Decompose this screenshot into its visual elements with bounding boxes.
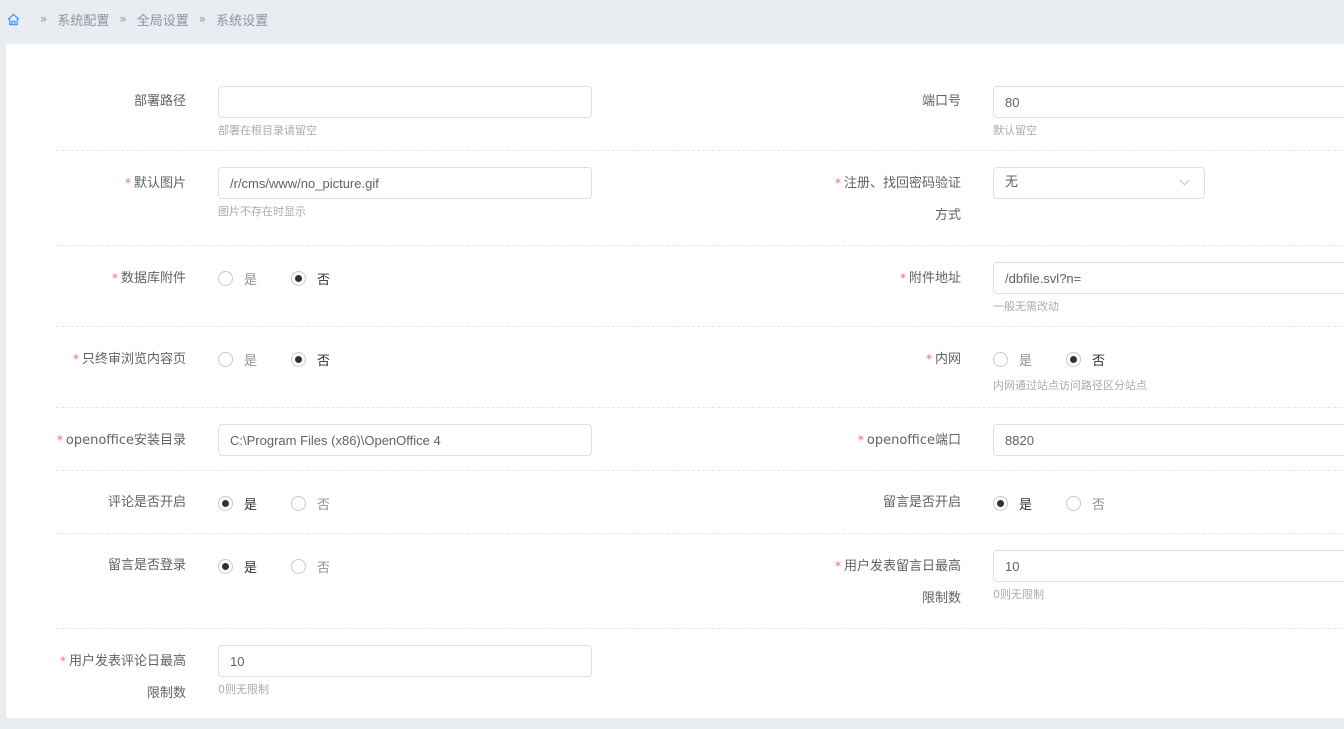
chevron-down-icon [1179,175,1190,186]
required-mark: * [834,176,841,190]
field-hint: 图片不存在时显示 [218,205,306,218]
field-label: 端口号 [921,94,961,109]
field-hint: 0则无限制 [993,588,1044,601]
form-row: 评论是否开启 是 否 留言是否开启 是 否 [56,471,1344,534]
radio-no[interactable]: 否 [1066,350,1105,369]
breadcrumb: » 系统配置 » 全局设置 » 系统设置 [0,0,1344,38]
home-icon[interactable] [7,13,20,26]
field-label: 注册、找回密码验证方式 [843,176,961,223]
breadcrumb-separator-icon: » [40,12,48,26]
radio-icon [291,495,307,511]
field-hint: 默认留空 [993,124,1037,137]
select-value: 无 [1005,175,1019,190]
openoffice-dir-input[interactable] [218,424,592,456]
form-row: 部署路径 部署在根目录请留空 端口号 默认留空 [56,70,1344,151]
breadcrumb-item[interactable]: 系统配置 [57,10,109,29]
field-label: 留言是否登录 [107,558,186,573]
comment-limit-input[interactable] [218,645,592,677]
breadcrumb-item[interactable]: 全局设置 [137,10,189,29]
required-mark: * [857,433,864,447]
radio-icon [1066,495,1082,511]
form-row: *openoffice安装目录 *openoffice端口 [56,408,1344,471]
default-picture-input[interactable] [218,167,592,199]
field-hint: 一般无需改动 [993,300,1059,313]
radio-yes[interactable]: 是 [218,494,257,513]
breadcrumb-separator-icon: » [198,12,207,26]
field-label: openoffice安装目录 [65,433,186,448]
radio-yes[interactable]: 是 [993,350,1032,369]
radio-no[interactable]: 否 [291,269,330,288]
field-label: 部署路径 [133,94,186,109]
required-mark: * [72,352,79,366]
form-row: 留言是否登录 是 否 *用户发表留言日最高限制数 0则无限制 [56,534,1344,629]
required-mark: * [56,433,63,447]
radio-icon [218,351,233,367]
verify-mode-select[interactable]: 无 [993,167,1205,199]
settings-form: 部署路径 部署在根目录请留空 端口号 默认留空 *默认图片 图片不存在时显示 *… [6,44,1344,718]
field-hint: 内网通过站点访问路径区分站点 [993,379,1147,392]
deploy-path-input[interactable] [218,86,592,118]
radio-no[interactable]: 否 [291,494,330,513]
radio-checked-icon [1066,351,1082,367]
radio-checked-icon [291,351,307,367]
form-row: * 只终审浏览内容页 是否 * 内网 是否内网通过站点访问路径区分站点 [56,327,1344,408]
radio-yes[interactable]: 是 [218,350,257,369]
radio-checked-icon [291,270,307,286]
radio-yes[interactable]: 是 [993,494,1032,513]
radio-yes[interactable]: 是 [218,269,257,288]
field-label: 内网 [934,352,961,367]
radio-icon [218,270,233,286]
field-label: 留言是否开启 [882,495,961,510]
field-label: openoffice端口 [866,433,961,448]
radio-checked-icon [218,558,233,574]
field-hint: 部署在根目录请留空 [218,124,317,137]
field-label: 默认图片 [133,176,186,191]
radio-yes[interactable]: 是 [218,557,257,576]
field-hint: 0则无限制 [218,683,269,696]
radio-no[interactable]: 否 [291,557,330,576]
radio-checked-icon [993,495,1008,511]
breadcrumb-separator-icon: » [119,12,127,26]
form-row: *数据库附件 是否 *附件地址 一般无需改动 [56,246,1344,327]
form-row: *用户发表评论日最高 限制数 0则无限制 [56,629,1344,729]
field-label: 用户发表留言日最高限制数 [843,559,961,606]
required-mark: * [834,559,841,573]
field-label: 数据库附件 [120,271,186,286]
required-mark: * [899,271,906,285]
form-row: *默认图片 图片不存在时显示 *注册、找回密码验证方式 无 [56,151,1344,246]
radio-no[interactable]: 否 [1066,494,1105,513]
required-mark: * [59,654,66,668]
required-mark: * [111,271,118,285]
radio-no[interactable]: 否 [291,350,330,369]
required-mark: * [925,352,932,366]
radio-checked-icon [218,495,233,511]
field-label: 评论是否开启 [107,495,186,510]
attachment-url-input[interactable] [993,262,1344,294]
port-input[interactable] [993,86,1344,118]
openoffice-port-input[interactable] [993,424,1344,456]
field-label: 只终审浏览内容页 [81,352,186,367]
radio-icon [291,558,307,574]
required-mark: * [124,176,131,190]
radio-icon [993,351,1008,367]
field-label: 用户发表评论日最高 限制数 [68,654,186,701]
guestbook-limit-input[interactable] [993,550,1344,582]
field-label: 附件地址 [908,271,961,286]
breadcrumb-item: 系统设置 [216,13,269,29]
